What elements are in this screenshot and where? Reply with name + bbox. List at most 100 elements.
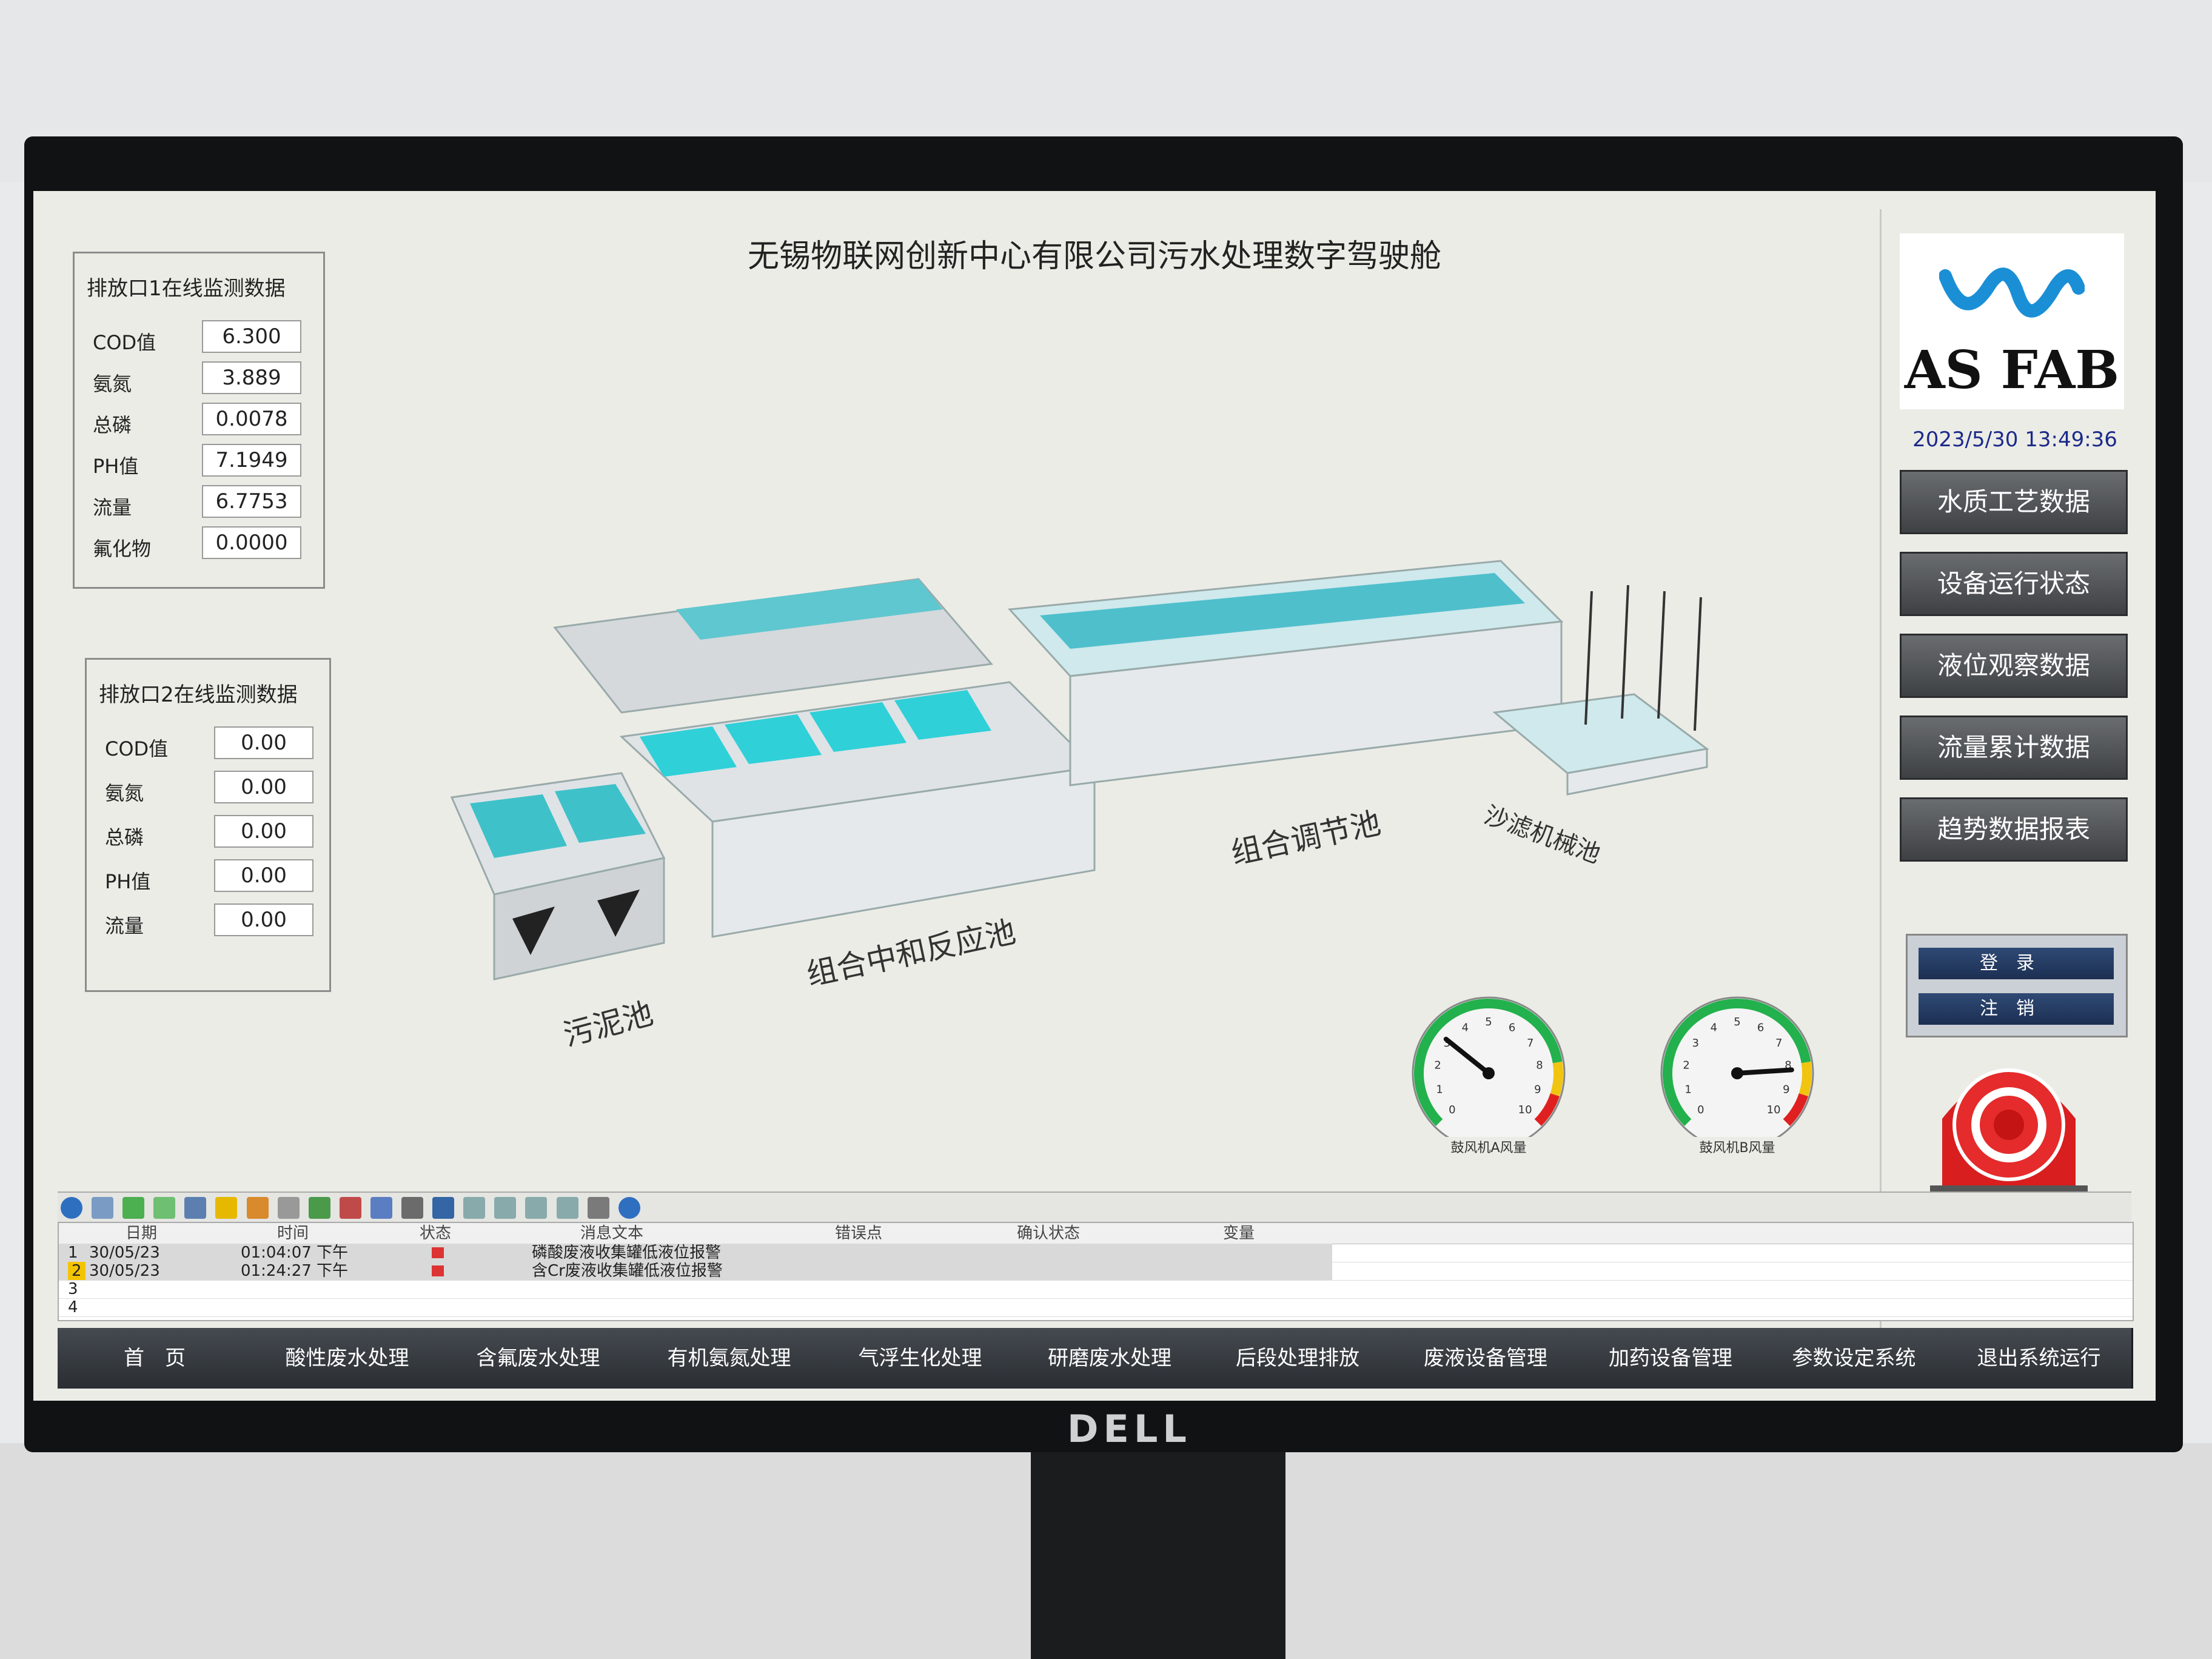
scene-label-equalization: 组合调节池 xyxy=(1228,805,1384,871)
list-icon[interactable] xyxy=(184,1197,207,1219)
gauge-tick-label: 5 xyxy=(1734,1016,1740,1028)
col-date[interactable]: 日期 xyxy=(126,1223,157,1244)
sort-icon[interactable] xyxy=(432,1197,455,1219)
alarm-status-icon xyxy=(432,1265,444,1276)
nav-parameter-settings[interactable]: 参数设定系统 xyxy=(1761,1328,1948,1389)
value-field: 0.00 xyxy=(214,859,313,892)
scene-label-sand-filter: 沙滤机械池 xyxy=(1481,801,1604,869)
outlet1-title: 排放口1在线监测数据 xyxy=(87,276,286,301)
company-logo: AS FAB xyxy=(1900,233,2124,409)
nav-organic-ammonia[interactable]: 有机氨氮处理 xyxy=(634,1328,826,1389)
chart-icon[interactable] xyxy=(246,1197,269,1219)
ack-icon[interactable] xyxy=(122,1197,145,1219)
gauge-arc xyxy=(1550,1061,1563,1097)
gauge-tick-label: 4 xyxy=(1462,1021,1469,1034)
table-row[interactable]: 4 xyxy=(59,1298,2133,1317)
value-field: 0.0000 xyxy=(202,526,301,559)
col-variable[interactable]: 变量 xyxy=(1223,1223,1255,1244)
nav-flotation-biochem[interactable]: 气浮生化处理 xyxy=(825,1328,1017,1389)
flow-total-button[interactable]: 流量累计数据 xyxy=(1900,716,2128,780)
col-time[interactable]: 时间 xyxy=(277,1223,309,1244)
col-ack[interactable]: 确认状态 xyxy=(1017,1223,1080,1244)
gauge-needle xyxy=(1735,1067,1794,1076)
last-icon[interactable] xyxy=(556,1197,578,1219)
value-field: 0.0078 xyxy=(202,403,301,435)
nav-exit-system[interactable]: 退出系统运行 xyxy=(1946,1328,2133,1389)
nav-waste-equipment[interactable]: 废液设备管理 xyxy=(1392,1328,1581,1389)
value-field: 6.300 xyxy=(202,320,301,353)
col-message[interactable]: 消息文本 xyxy=(580,1223,643,1244)
ack-all-icon[interactable] xyxy=(153,1197,176,1219)
nav-acid-wastewater[interactable]: 酸性废水处理 xyxy=(252,1328,444,1389)
gauge-label: 鼓风机B风量 xyxy=(1699,1141,1775,1156)
export-icon[interactable] xyxy=(370,1197,392,1219)
col-error[interactable]: 错误点 xyxy=(835,1223,882,1244)
value-field: 3.889 xyxy=(202,361,301,394)
value-field: 0.00 xyxy=(214,726,313,759)
gauge-tick-label: 10 xyxy=(1518,1104,1532,1116)
gauge-tick-label: 9 xyxy=(1783,1083,1789,1096)
value-field: 0.00 xyxy=(214,771,313,803)
check-icon[interactable] xyxy=(308,1197,330,1219)
gauge-tick-label: 3 xyxy=(1692,1037,1699,1050)
value-field: 0.00 xyxy=(214,903,313,936)
trend-report-button[interactable]: 趋势数据报表 xyxy=(1900,797,2128,862)
col-status[interactable]: 状态 xyxy=(420,1223,451,1244)
login-box: 登录 注销 xyxy=(1906,934,2128,1037)
scene-label-sludge: 污泥池 xyxy=(560,996,657,1053)
nav-fluoride-wastewater[interactable]: 含氟废水处理 xyxy=(443,1328,635,1389)
nav-grinding-wastewater[interactable]: 研磨废水处理 xyxy=(1016,1328,1205,1389)
config-icon[interactable] xyxy=(92,1197,114,1219)
blower-b-gauge: 0 1 2 3 4 5 6 7 8 9 10 鼓风机B风量 xyxy=(1649,985,1825,1167)
refresh-icon[interactable] xyxy=(618,1197,640,1219)
scene-label-neutralization: 组合中和反应池 xyxy=(803,914,1018,993)
alarm-table: 日期 时间 状态 消息文本 错误点 确认状态 变量 1 30/05/23 01:… xyxy=(58,1222,2134,1321)
gauge-arc xyxy=(1798,1061,1812,1097)
gauge-tick-label: 6 xyxy=(1509,1021,1515,1034)
gauge-tick-label: 4 xyxy=(1711,1021,1717,1034)
lock-icon[interactable] xyxy=(215,1197,238,1219)
water-quality-button[interactable]: 水质工艺数据 xyxy=(1900,470,2128,534)
logo-text: AS FAB xyxy=(1904,340,2120,401)
edit-icon[interactable] xyxy=(339,1197,361,1219)
print-icon[interactable] xyxy=(401,1197,424,1219)
settings-icon[interactable] xyxy=(587,1197,609,1219)
login-button[interactable]: 登录 xyxy=(1919,948,2114,979)
table-row[interactable]: 2 30/05/23 01:24:27 下午 含Cr废液收集罐低液位报警 xyxy=(59,1262,2133,1281)
datetime-display: 2023/5/30 13:49:36 xyxy=(1912,427,2117,452)
page-title: 无锡物联网创新中心有限公司污水处理数字驾驶舱 xyxy=(747,238,1441,275)
gauge-dial: 01234 5 678910 xyxy=(1660,996,1814,1150)
nav-home[interactable]: 首 页 xyxy=(58,1328,253,1389)
value-field: 6.7753 xyxy=(202,485,301,518)
bottom-nav: 首 页 酸性废水处理 含氟废水处理 有机氨氮处理 气浮生化处理 研磨废水处理 后… xyxy=(58,1328,2133,1389)
gauge-tick-label: 2 xyxy=(1683,1059,1689,1072)
alarm-status-icon xyxy=(432,1247,444,1258)
right-sidebar: AS FAB 2023/5/30 13:49:36 水质工艺数据 设备运行状态 … xyxy=(1880,209,2154,1361)
monitor-stand xyxy=(1031,1452,1285,1659)
gauge-hub xyxy=(1483,1067,1495,1079)
first-icon[interactable] xyxy=(463,1197,486,1219)
outlet1-panel: 排放口1在线监测数据 COD值 6.300 氨氮 3.889 总磷 0.0078 PH… xyxy=(73,252,325,589)
gauge-tick-label: 7 xyxy=(1527,1037,1533,1050)
next-icon[interactable] xyxy=(525,1197,548,1219)
gauge-tick-label: 0 xyxy=(1449,1104,1455,1116)
liquid-level-button[interactable]: 液位观察数据 xyxy=(1900,634,2128,698)
table-row[interactable]: 1 30/05/23 01:04:07 下午 磷酸废液收集罐低液位报警 xyxy=(59,1244,2133,1262)
filter-icon[interactable] xyxy=(277,1197,300,1219)
emergency-stop-icon[interactable] xyxy=(1918,1046,2100,1210)
gauge-tick-label: 0 xyxy=(1697,1104,1704,1116)
blower-a-gauge: 0 1 2 3 4 5 6 7 8 9 10 鼓风机A风量 xyxy=(1401,985,1577,1167)
prev-icon[interactable] xyxy=(494,1197,517,1219)
logout-button[interactable]: 注销 xyxy=(1919,993,2114,1025)
value-field: 7.1949 xyxy=(202,444,301,477)
help-icon[interactable] xyxy=(61,1197,82,1219)
table-row[interactable]: 3 xyxy=(59,1280,2133,1299)
gauge-tick-label: 7 xyxy=(1775,1037,1782,1050)
outlet2-title: 排放口2在线监测数据 xyxy=(99,683,298,707)
monitor-brand: DELL xyxy=(1067,1407,1191,1451)
equipment-status-button[interactable]: 设备运行状态 xyxy=(1900,552,2128,616)
plant-scene: 污泥池 组合中和反应池 组合调节池 沙滤机械池 xyxy=(450,560,1709,1053)
gauge-tick-label: 5 xyxy=(1485,1016,1492,1028)
nav-discharge[interactable]: 后段处理排放 xyxy=(1204,1328,1393,1389)
nav-dosing-equipment[interactable]: 加药设备管理 xyxy=(1580,1328,1763,1389)
